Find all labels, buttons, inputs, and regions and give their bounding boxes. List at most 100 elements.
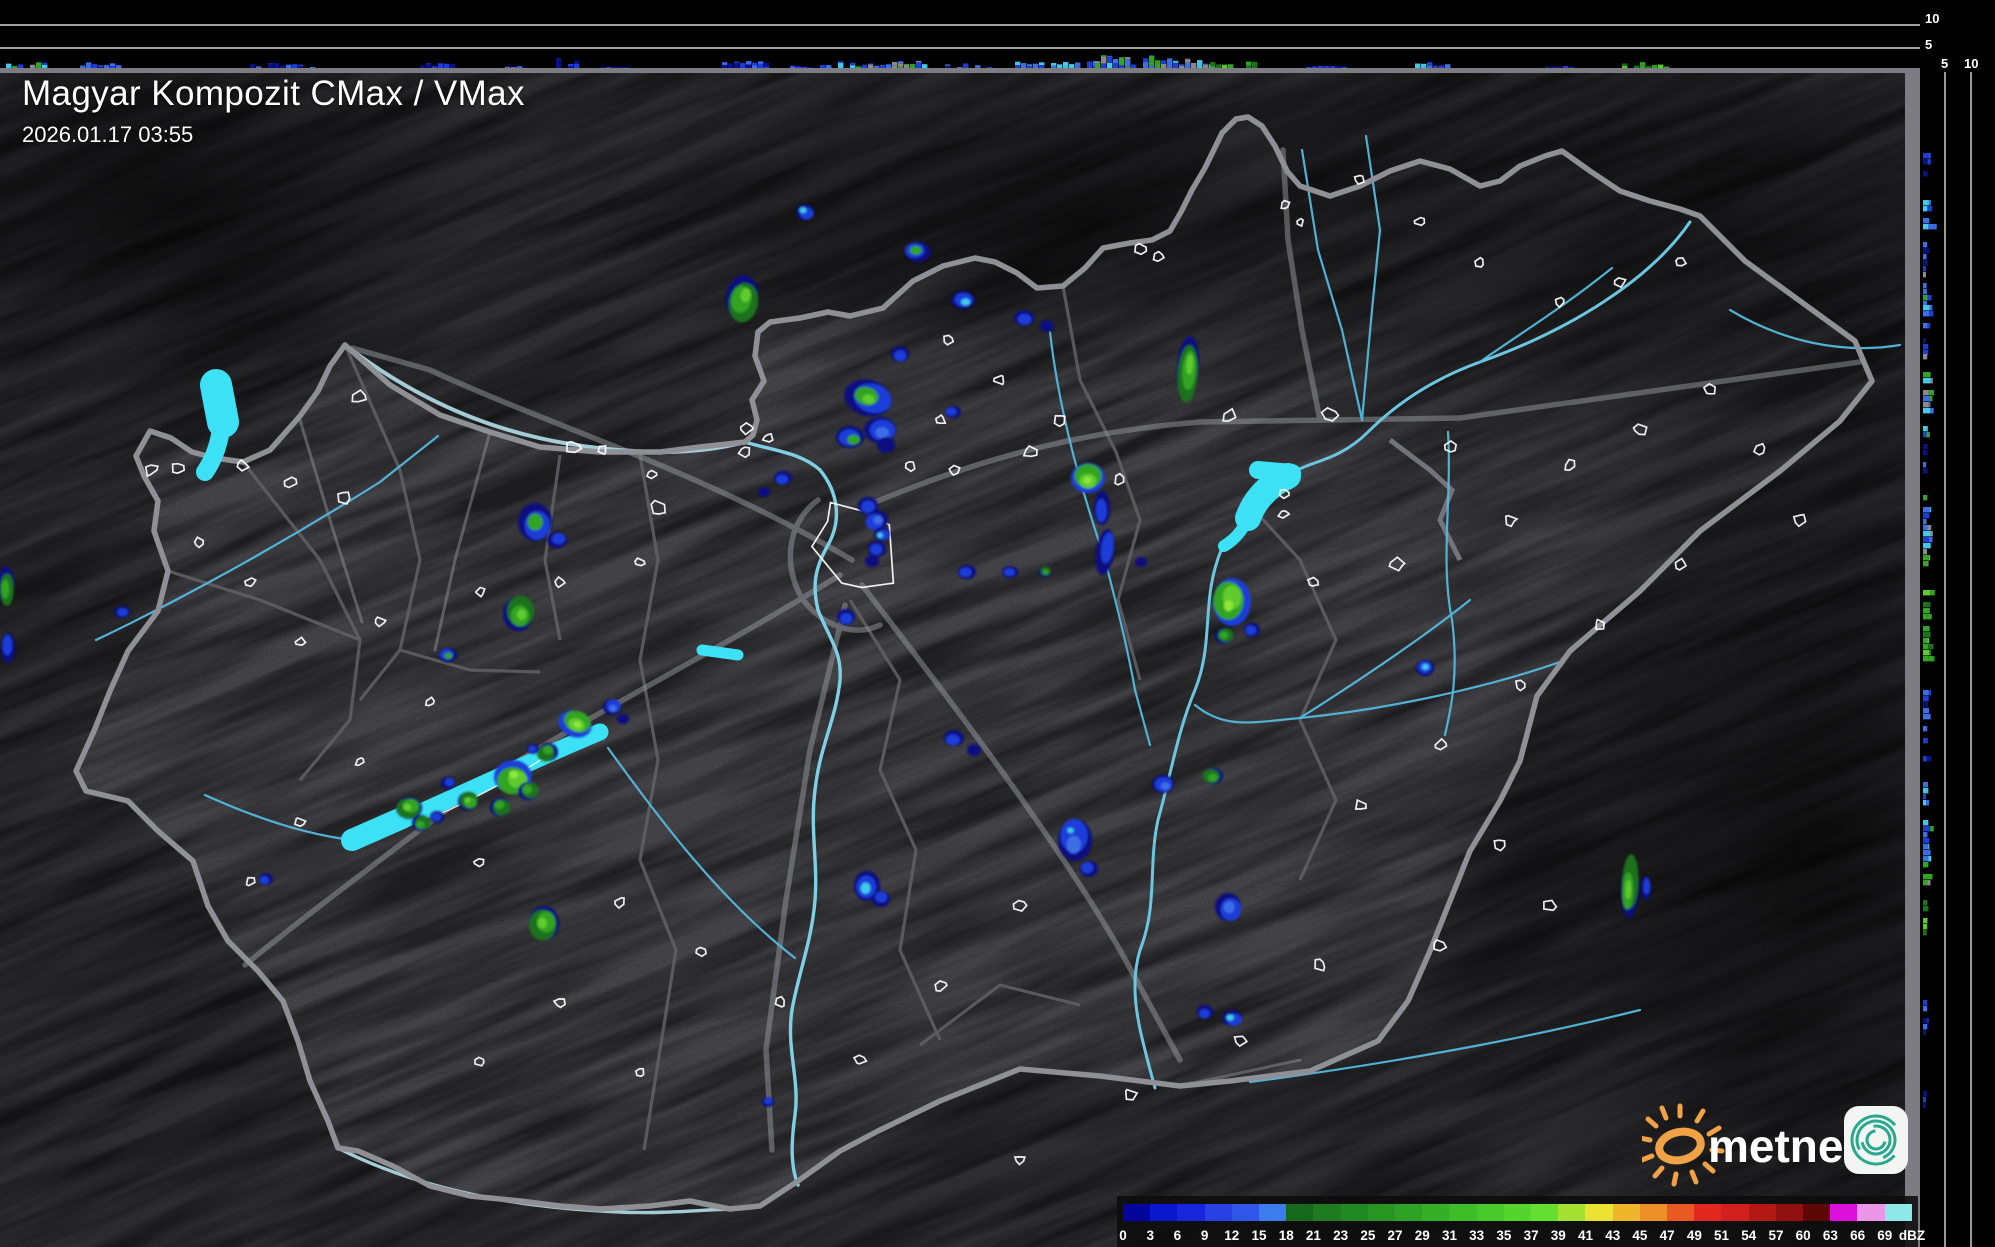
echo-cell [1014, 310, 1034, 326]
right-profile-mark [1923, 462, 1926, 467]
colorbar-tick-label: 39 [1551, 1228, 1566, 1243]
echo-layer [946, 734, 960, 745]
right-profile-mark [1923, 549, 1927, 554]
echo-layer [946, 407, 957, 415]
right-profile-mark [1926, 788, 1928, 793]
right-profile-mark [1927, 638, 1929, 643]
right-profile-mark [1923, 644, 1928, 649]
colorbar-tick-label: 6 [1174, 1228, 1182, 1243]
echo-layer [961, 299, 970, 306]
top-profile-mark [1185, 59, 1190, 62]
colorbar-tick-label: 54 [1741, 1228, 1756, 1243]
echo-cell [1213, 578, 1251, 626]
top-profile-mark [1203, 64, 1208, 65]
colorbar-tick-label: 0 [1119, 1228, 1127, 1243]
echo-cell [758, 487, 770, 497]
echo-layer [1422, 664, 1429, 670]
right-profile-mark [1923, 266, 1926, 271]
echo-cell [967, 744, 981, 756]
right-profile-mark [1929, 248, 1930, 253]
echo-layer [1219, 631, 1228, 639]
right-profile-mark [1923, 468, 1928, 473]
top-profile-mark [1015, 62, 1020, 65]
echo-layer [877, 437, 895, 453]
colorbar-segment [1123, 1204, 1150, 1221]
metnet-wordmark: metnet [1708, 1120, 1859, 1172]
top-profile-mark [426, 63, 431, 64]
right-profile-mark [1923, 602, 1928, 607]
echo-layer [1245, 626, 1256, 636]
colorbar-segment [1150, 1204, 1177, 1221]
echo-cell [865, 555, 879, 567]
right-profile-mark [1923, 1000, 1927, 1005]
right-profile-mark [1923, 906, 1928, 911]
echo-cell [259, 873, 273, 885]
right-profile-mark [1923, 513, 1929, 518]
echo-cell [1135, 557, 1147, 567]
echo-layer [967, 744, 981, 756]
top-profile-mark [1210, 63, 1215, 66]
right-profile-mark [1923, 1097, 1926, 1102]
echo-cell [1058, 819, 1092, 861]
top-profile-mark [1155, 60, 1160, 62]
echo-layer [764, 1097, 772, 1104]
colorbar-tick-label: 21 [1306, 1228, 1321, 1243]
echo-layer [1018, 314, 1032, 325]
colorbar-tick-label: 43 [1605, 1228, 1620, 1243]
right-profile-mark [1923, 450, 1927, 455]
top-profile-mark [1161, 61, 1166, 64]
echo-layer [260, 876, 270, 884]
right-profile-mark [1923, 874, 1931, 879]
right-profile-mark [1923, 614, 1927, 619]
colorbar-tick-label: 9 [1201, 1228, 1209, 1243]
echo-layer [1096, 499, 1107, 522]
right-profile-mark [1923, 390, 1929, 395]
colorbar-segment [1667, 1204, 1694, 1221]
echo-layer [1081, 862, 1093, 873]
top-profile-mark [898, 63, 903, 66]
top-profile-mark [1149, 62, 1154, 66]
top-profile-mark [838, 61, 843, 62]
right-profile-mark [1930, 153, 1931, 158]
top-profile-mark [1125, 59, 1130, 67]
echo-cell [872, 891, 890, 907]
right-profile-mark [1923, 826, 1930, 831]
echo-layer [1067, 828, 1074, 834]
top-profile-mark [1222, 65, 1227, 67]
echo-layer [1643, 878, 1650, 894]
colorbar-segment [1368, 1204, 1395, 1221]
right-profile-mark [1923, 254, 1927, 259]
top-profile-mark [568, 64, 573, 66]
top-profile-mark [274, 63, 279, 64]
lake-velence [702, 650, 738, 655]
right-profile-mark [1923, 338, 1926, 343]
top-vmax-profile-panel [0, 0, 1920, 72]
right-profile-mark [1933, 390, 1934, 395]
right-profile-mark [1923, 1018, 1927, 1023]
echo-layer [1226, 1015, 1234, 1021]
echo-layer [875, 892, 887, 903]
right-profile-mark [1923, 726, 1926, 731]
right-profile-mark [1923, 408, 1930, 413]
right-profile-mark [1923, 200, 1929, 205]
echo-layer [847, 435, 860, 445]
echo-cell [836, 426, 864, 448]
right-profile-mark [1928, 323, 1930, 328]
right-profile-mark [1923, 650, 1929, 655]
colorbar-segment [1830, 1204, 1857, 1221]
top-profile-mark [1107, 56, 1112, 57]
right-profile-mark [1923, 850, 1928, 855]
echo-cell [1064, 825, 1076, 835]
right-axis-5km-label: 5 [1941, 57, 1948, 70]
top-profile-mark [722, 62, 727, 65]
right-vmax-profile-plot [1920, 72, 1995, 1247]
map-frame-right [1905, 68, 1920, 1247]
colorbar-segment [1504, 1204, 1531, 1221]
colorbar-tick-label: 15 [1252, 1228, 1267, 1243]
right-profile-mark [1929, 390, 1933, 395]
right-profile-mark [1927, 832, 1928, 837]
right-profile-mark [1923, 702, 1928, 707]
colorbar-segment [1477, 1204, 1504, 1221]
echo-layer [776, 475, 788, 485]
echo-cell [439, 648, 457, 662]
